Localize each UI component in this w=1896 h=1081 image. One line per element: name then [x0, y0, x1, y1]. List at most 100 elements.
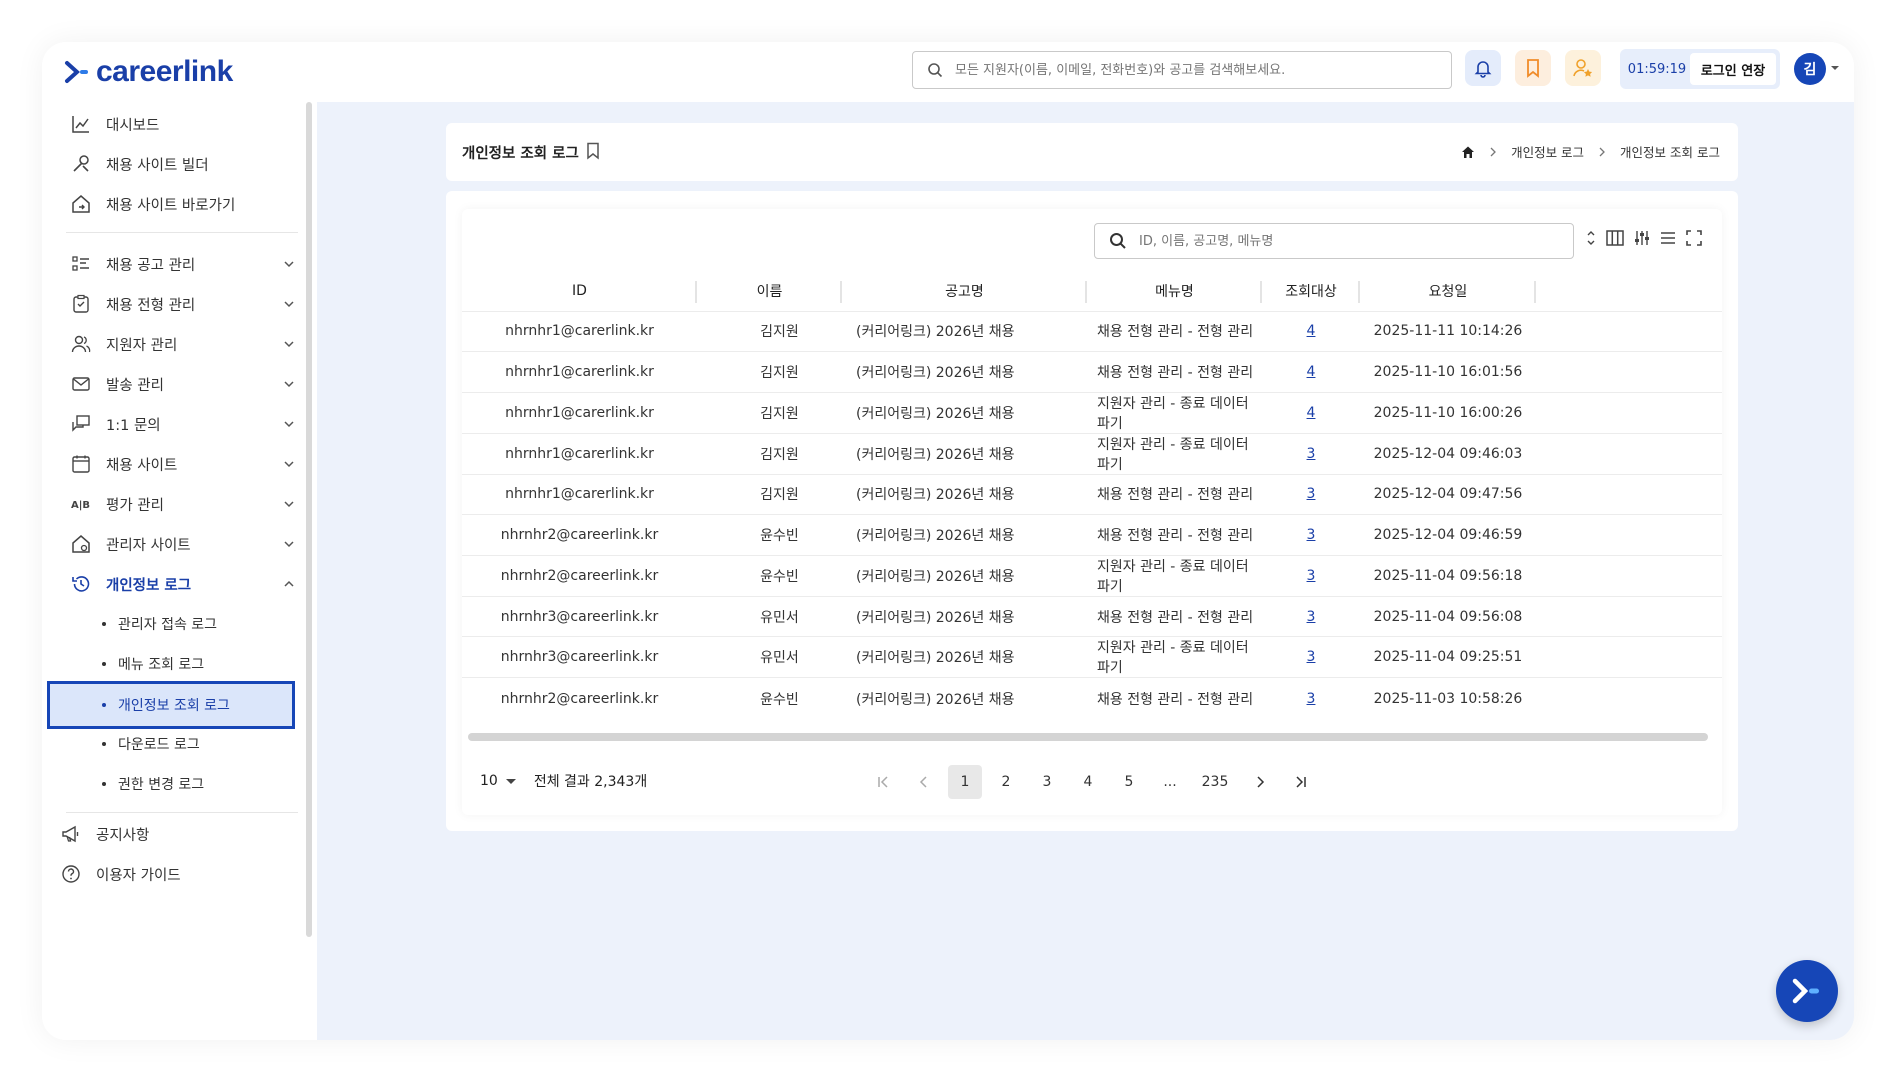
- sidebar-item-job-postings[interactable]: 채용 공고 관리: [70, 246, 296, 282]
- table-horizontal-scrollbar[interactable]: [468, 733, 1708, 741]
- table-row[interactable]: nhrnhr1@carerlink.kr 김지원 (커리어링크) 2026년 채용 채…: [462, 310, 1722, 352]
- cell-view-count-link[interactable]: 3: [1262, 473, 1360, 515]
- sidebar-subitem-menu-view-log[interactable]: 메뉴 조회 로그: [102, 646, 204, 682]
- column-header-name[interactable]: 이름: [697, 271, 842, 311]
- brand-logo[interactable]: careerlink: [64, 54, 233, 90]
- bookmark-icon[interactable]: [586, 142, 600, 160]
- column-header-posting[interactable]: 공고명: [842, 271, 1087, 311]
- chevron-down-icon[interactable]: [1830, 64, 1840, 72]
- page-ellipsis: ...: [1163, 774, 1177, 790]
- table-row[interactable]: nhrnhr2@careerlink.kr 윤수빈 (커리어링크) 2026년 채용…: [462, 554, 1722, 597]
- column-header-view-target[interactable]: 조회대상: [1262, 271, 1360, 311]
- page-button[interactable]: 5: [1112, 765, 1146, 799]
- sidebar-item-label: 채용 사이트: [106, 457, 178, 474]
- table-search-box[interactable]: [1094, 223, 1574, 259]
- table-row[interactable]: nhrnhr1@carerlink.kr 김지원 (커리어링크) 2026년 채용 지…: [462, 391, 1722, 434]
- global-search-box[interactable]: [912, 51, 1452, 89]
- fullscreen-icon[interactable]: [1685, 229, 1703, 247]
- cell-posting: (커리어링크) 2026년 채용: [842, 636, 1087, 678]
- user-avatar[interactable]: 김: [1794, 53, 1826, 85]
- sidebar-item-applicants[interactable]: 지원자 관리: [70, 326, 296, 362]
- cell-id: nhrnhr1@carerlink.kr: [462, 473, 697, 515]
- sidebar-item-notice[interactable]: 공지사항: [60, 816, 286, 852]
- table-search-input[interactable]: [1139, 233, 1559, 249]
- table-row[interactable]: nhrnhr3@careerlink.kr 유민서 (커리어링크) 2026년 채용…: [462, 636, 1722, 678]
- sidebar-item-privacy-log[interactable]: 개인정보 로그: [70, 566, 296, 602]
- cell-view-count-link[interactable]: 3: [1262, 677, 1360, 719]
- cell-view-count-link[interactable]: 4: [1262, 310, 1360, 352]
- cell-id: nhrnhr1@carerlink.kr: [462, 391, 697, 434]
- page-title: 개인정보 조회 로그: [462, 146, 579, 162]
- cell-view-count-link[interactable]: 4: [1262, 391, 1360, 434]
- bookmark-button[interactable]: [1515, 50, 1551, 86]
- table-row[interactable]: nhrnhr2@careerlink.kr 윤수빈 (커리어링크) 2026년 채용…: [462, 514, 1722, 556]
- page-button-last[interactable]: 235: [1194, 765, 1236, 799]
- cell-view-count-link[interactable]: 3: [1262, 554, 1360, 597]
- sidebar-item-site-shortcut[interactable]: 채용 사이트 바로가기: [70, 186, 296, 222]
- cell-view-count-link[interactable]: 3: [1262, 432, 1360, 475]
- cell-view-count-link[interactable]: 3: [1262, 595, 1360, 637]
- sidebar-item-screening[interactable]: 채용 전형 관리: [70, 286, 296, 322]
- sidebar-subitem-privacy-view-log[interactable]: 개인정보 조회 로그: [47, 681, 295, 729]
- table-row[interactable]: nhrnhr1@carerlink.kr 김지원 (커리어링크) 2026년 채용 채…: [462, 351, 1722, 393]
- cell-menu: 지원자 관리 - 종료 데이터 파기: [1087, 636, 1262, 678]
- cell-posting: (커리어링크) 2026년 채용: [842, 351, 1087, 393]
- sidebar-item-label: 대시보드: [106, 117, 160, 134]
- sidebar-scrollbar[interactable]: [306, 102, 312, 937]
- clipboard-icon: [70, 293, 92, 315]
- sidebar-subitem-permission-log[interactable]: 권한 변경 로그: [102, 766, 204, 802]
- list-icon: [70, 253, 92, 275]
- sidebar-item-career-site[interactable]: 채용 사이트: [70, 446, 296, 482]
- chevron-up-icon: [284, 580, 294, 587]
- cell-posting: (커리어링크) 2026년 채용: [842, 432, 1087, 475]
- sidebar-subitem-label: 권한 변경 로그: [118, 777, 205, 793]
- sidebar-item-inquiry[interactable]: 1:1 문의: [70, 406, 296, 442]
- table-row[interactable]: nhrnhr1@carerlink.kr 김지원 (커리어링크) 2026년 채용 채…: [462, 473, 1722, 515]
- sidebar-item-dashboard[interactable]: 대시보드: [70, 106, 296, 142]
- login-extend-button[interactable]: 로그인 연장: [1690, 53, 1776, 85]
- next-page-icon[interactable]: [1243, 765, 1277, 799]
- user-favorite-button[interactable]: [1565, 50, 1601, 86]
- first-page-icon[interactable]: [866, 765, 900, 799]
- cell-view-count-link[interactable]: 3: [1262, 636, 1360, 678]
- table-row[interactable]: nhrnhr2@careerlink.kr 윤수빈 (커리어링크) 2026년 채용…: [462, 677, 1722, 719]
- home-icon[interactable]: [1461, 145, 1475, 159]
- column-header-menu[interactable]: 메뉴명: [1087, 271, 1262, 311]
- cell-view-count-link[interactable]: 3: [1262, 514, 1360, 556]
- session-timer: 01:59:19: [1627, 61, 1687, 77]
- sidebar-subitem-label: 메뉴 조회 로그: [118, 657, 205, 673]
- page-button-current[interactable]: 1: [948, 765, 982, 799]
- density-icon[interactable]: [1659, 229, 1677, 247]
- sidebar-item-messaging[interactable]: 발송 관리: [70, 366, 296, 402]
- global-search-input[interactable]: [955, 62, 1425, 78]
- page-size-select[interactable]: 10: [480, 773, 518, 789]
- page-button[interactable]: 4: [1071, 765, 1105, 799]
- column-header-id[interactable]: ID: [462, 271, 697, 311]
- prev-page-icon[interactable]: [907, 765, 941, 799]
- columns-icon[interactable]: [1605, 229, 1625, 247]
- cell-name: 김지원: [697, 432, 842, 475]
- page-button[interactable]: 2: [989, 765, 1023, 799]
- sidebar-item-site-builder[interactable]: 채용 사이트 빌더: [70, 146, 296, 182]
- column-header-request-date[interactable]: 요청일: [1360, 271, 1536, 311]
- filter-sliders-icon[interactable]: [1633, 229, 1651, 247]
- page-button[interactable]: 3: [1030, 765, 1064, 799]
- notification-button[interactable]: [1465, 50, 1501, 86]
- last-page-icon[interactable]: [1284, 765, 1318, 799]
- cell-view-count-link[interactable]: 4: [1262, 351, 1360, 393]
- table-row[interactable]: nhrnhr3@careerlink.kr 유민서 (커리어링크) 2026년 채용…: [462, 595, 1722, 637]
- sort-toggle-icon[interactable]: [1585, 229, 1597, 247]
- sidebar-item-admin-site[interactable]: 관리자 사이트: [70, 526, 296, 562]
- breadcrumb-item[interactable]: 개인정보 로그: [1511, 142, 1584, 161]
- floating-assistant-button[interactable]: [1776, 960, 1838, 1022]
- sidebar-subitem-download-log[interactable]: 다운로드 로그: [102, 726, 200, 762]
- sidebar-item-user-guide[interactable]: 이용자 가이드: [60, 856, 286, 892]
- table-row[interactable]: nhrnhr1@carerlink.kr 김지원 (커리어링크) 2026년 채용 지…: [462, 432, 1722, 475]
- sidebar-subitem-admin-access-log[interactable]: 관리자 접속 로그: [102, 606, 217, 642]
- chevron-down-icon: [284, 421, 294, 428]
- app-window: careerlink 01:59:19 로그인 연장 김 대시보드: [42, 42, 1854, 1040]
- sidebar-item-evaluation[interactable]: A|B 평가 관리: [70, 486, 296, 522]
- column-header-spacer: [1536, 271, 1722, 311]
- cell-date: 2025-11-04 09:56:08: [1360, 595, 1536, 637]
- sidebar-item-label: 채용 사이트 빌더: [106, 157, 209, 174]
